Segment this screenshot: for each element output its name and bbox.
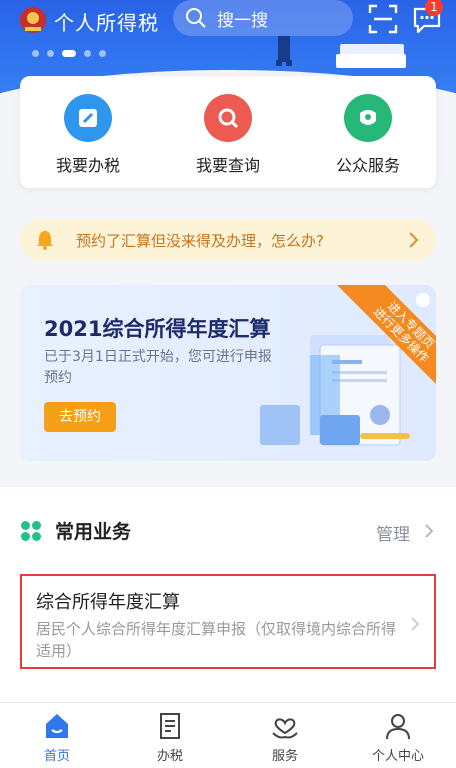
business-item[interactable]: 综合所得年度汇算 居民个人综合所得年度汇算申报（仅取得境内综合所得适用） — [20, 574, 436, 669]
document-icon — [160, 713, 180, 739]
section-title: 常用业务 — [55, 521, 132, 543]
service-icon — [344, 94, 392, 142]
promo-title: 2021综合所得年度汇算 — [44, 317, 271, 341]
quick-action-label: 我要办税 — [55, 156, 120, 175]
quick-actions-card: 我要办税 我要查询 公众服务 — [20, 76, 436, 188]
tab-personal-center[interactable]: 个人中心 — [358, 711, 438, 764]
quick-action-query[interactable]: 我要查询 — [168, 94, 288, 176]
chevron-right-icon — [416, 293, 430, 307]
grid-icon — [21, 521, 41, 541]
banner-illustration — [276, 36, 406, 68]
carousel-dot[interactable] — [62, 50, 76, 57]
tab-label: 服务 — [271, 749, 298, 764]
app-title: 个人所得税 — [54, 11, 159, 35]
carousel-dot[interactable] — [32, 50, 39, 57]
tab-label: 个人中心 — [371, 749, 424, 764]
home-icon — [46, 714, 68, 738]
carousel-indicator — [32, 50, 106, 57]
search-icon — [186, 8, 206, 28]
notice-bar[interactable]: 预约了汇算但没来得及办理，怎么办? — [20, 219, 436, 261]
quick-action-label: 我要查询 — [195, 156, 260, 175]
chevron-right-icon — [411, 617, 420, 631]
tab-label: 首页 — [43, 749, 70, 764]
quick-action-public-service[interactable]: 公众服务 — [308, 94, 428, 176]
topic-ribbon[interactable]: 进入专题页 进行更多操作 — [336, 285, 436, 385]
bell-icon — [37, 231, 53, 250]
common-business-section: 常用业务 管理 综合所得年度汇算 居民个人综合所得年度汇算申报（仅取得境内综合所… — [0, 487, 456, 702]
heart-hand-icon — [272, 718, 298, 739]
tax-emblem-icon — [20, 7, 46, 33]
carousel-dot[interactable] — [84, 50, 91, 57]
tab-tax[interactable]: 办税 — [130, 711, 210, 764]
user-icon — [386, 714, 410, 740]
tab-service[interactable]: 服务 — [245, 711, 325, 764]
notice-text: 预约了汇算但没来得及办理，怎么办? — [76, 231, 324, 250]
carousel-dot[interactable] — [99, 50, 106, 57]
search-bar[interactable]: 搜一搜 — [173, 0, 353, 36]
scan-icon[interactable] — [368, 4, 398, 34]
manage-button[interactable]: 管理 — [376, 520, 410, 545]
quick-action-label: 公众服务 — [335, 156, 400, 175]
tab-home[interactable]: 首页 — [17, 711, 97, 764]
quick-action-tax[interactable]: 我要办税 — [28, 94, 148, 176]
tab-label: 办税 — [156, 749, 183, 764]
business-item-title: 综合所得年度汇算 — [36, 592, 180, 613]
chevron-right-icon — [409, 232, 419, 248]
search-icon — [204, 94, 252, 142]
reserve-button[interactable]: 去预约 — [44, 402, 116, 432]
carousel-dot[interactable] — [47, 50, 54, 57]
business-item-description: 居民个人综合所得年度汇算申报（仅取得境内综合所得适用） — [36, 620, 397, 660]
bottom-tab-bar: 首页 办税 服务 个人中心 — [0, 702, 456, 768]
search-placeholder: 搜一搜 — [217, 10, 268, 31]
edit-icon — [64, 94, 112, 142]
chevron-right-icon — [425, 524, 434, 538]
